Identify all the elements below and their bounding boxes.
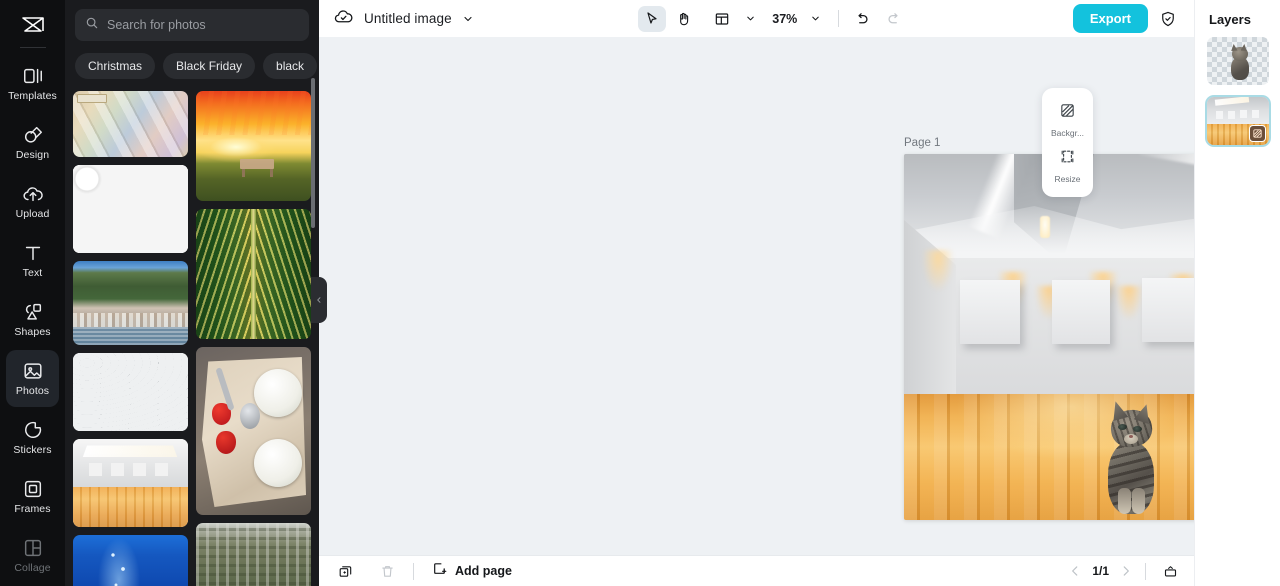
present-button[interactable] — [1158, 560, 1182, 582]
sidebar-item-text[interactable]: Text — [6, 232, 59, 289]
sidebar-item-templates[interactable]: Templates — [6, 54, 59, 111]
add-page-button[interactable]: Add page — [432, 561, 512, 581]
add-page-icon — [432, 561, 447, 581]
toolbar-divider — [838, 10, 840, 27]
sunset-bench-photo[interactable] — [196, 91, 311, 201]
palm-leaf-photo[interactable] — [196, 209, 311, 339]
background-tool[interactable]: Backgr... — [1042, 97, 1093, 143]
lakeside-town-photo[interactable] — [73, 261, 188, 345]
duplicate-page-button[interactable] — [333, 560, 357, 582]
panel-collapse-handle[interactable] — [311, 277, 327, 323]
editor-main: Untitled image 37% Export Page 1 Backgr.… — [319, 0, 1194, 586]
add-page-label: Add page — [455, 564, 512, 578]
document-title[interactable]: Untitled image — [364, 11, 452, 26]
sidebar-item-label: Collage — [14, 562, 51, 575]
stickers-icon — [22, 419, 44, 441]
bottom-bar: Add page 1/1 — [319, 555, 1194, 586]
chip-black[interactable]: black — [263, 53, 318, 79]
undo-button[interactable] — [848, 6, 876, 32]
gallery-room-with-kitten-artwork[interactable] — [904, 154, 1194, 520]
layout-tool-button[interactable] — [708, 6, 736, 32]
layers-panel: Layers — [1194, 0, 1280, 586]
background-tool-label: Backgr... — [1050, 128, 1085, 138]
select-tool-button[interactable] — [638, 5, 667, 32]
text-icon — [22, 242, 44, 264]
page-indicator: 1/1 — [1092, 564, 1109, 578]
sidebar-item-label: Upload — [15, 207, 50, 220]
layout-caret-button[interactable] — [736, 6, 764, 32]
rail-divider — [19, 47, 46, 49]
next-page-button[interactable] — [1119, 564, 1133, 578]
delete-page-button[interactable] — [375, 560, 399, 582]
cloud-saved-icon — [333, 6, 354, 32]
app-logo-icon[interactable] — [0, 8, 65, 41]
search-suggestion-chips: Christmas Black Friday black — [65, 41, 319, 79]
photos-scrollbar-track[interactable] — [311, 78, 317, 578]
sidebar-item-label: Text — [22, 266, 43, 279]
zoom-level[interactable]: 37% — [772, 12, 797, 26]
page-label: Page 1 — [904, 137, 941, 149]
top-toolbar: Untitled image 37% Export — [319, 0, 1194, 37]
export-button[interactable]: Export — [1072, 4, 1148, 33]
sidebar-item-design[interactable]: Design — [6, 114, 59, 171]
photos-panel: Search for photos Christmas Black Friday… — [65, 0, 319, 586]
sidebar-item-label: Templates — [8, 89, 57, 102]
sidebar-item-label: Design — [15, 148, 50, 161]
redo-button[interactable] — [880, 6, 908, 32]
pill-blister-pack-photo[interactable] — [73, 353, 188, 431]
canvas-stage[interactable]: Page 1 Backgr... Resize — [319, 37, 1194, 555]
zoom-caret-button[interactable] — [801, 6, 829, 32]
prev-page-button[interactable] — [1068, 564, 1082, 578]
sidebar-item-shapes[interactable]: Shapes — [6, 291, 59, 348]
photo-results-grid — [65, 82, 319, 586]
upload-cloud-icon — [22, 183, 44, 205]
shapes-icon — [22, 301, 44, 323]
layer-gallery-room[interactable] — [1206, 97, 1269, 145]
design-icon — [22, 124, 44, 146]
left-nav-rail: Templates Design Upload Text Shapes Phot… — [0, 0, 65, 586]
kitten-layer-object[interactable] — [1102, 398, 1160, 514]
aerial-suburb-photo[interactable] — [196, 523, 311, 586]
chip-black-friday[interactable]: Black Friday — [163, 53, 256, 79]
search-input[interactable]: Search for photos — [75, 9, 309, 41]
blue-water-bubbles-photo[interactable] — [73, 535, 188, 586]
bottombar-divider-2 — [1145, 562, 1146, 580]
layers-title: Layers — [1209, 12, 1251, 27]
banknotes-photo[interactable] — [73, 91, 188, 157]
chip-christmas[interactable]: Christmas — [75, 53, 156, 79]
photos-scrollbar-thumb[interactable] — [311, 78, 315, 228]
collage-icon — [22, 537, 44, 559]
sidebar-item-collage[interactable]: Collage — [6, 527, 59, 584]
search-placeholder: Search for photos — [107, 18, 206, 32]
frames-icon — [22, 478, 44, 500]
background-icon — [1059, 102, 1076, 124]
photo-column-left — [73, 91, 188, 586]
resize-icon — [1059, 148, 1076, 170]
photo-column-right — [196, 91, 311, 586]
sidebar-item-label: Frames — [14, 503, 51, 516]
white-circles-pattern-photo[interactable] — [73, 165, 188, 253]
search-icon — [85, 16, 99, 35]
sidebar-item-upload[interactable]: Upload — [6, 173, 59, 230]
app-root: Templates Design Upload Text Shapes Phot… — [0, 0, 1280, 586]
layer-kitten[interactable] — [1206, 37, 1269, 85]
resize-tool-label: Resize — [1054, 174, 1081, 184]
sidebar-item-label: Photos — [15, 385, 50, 398]
sidebar-item-frames[interactable]: Frames — [6, 468, 59, 525]
templates-icon — [22, 65, 44, 87]
bottombar-divider — [413, 562, 414, 580]
chevron-down-icon[interactable] — [462, 13, 474, 25]
photos-icon — [22, 360, 44, 382]
sidebar-item-stickers[interactable]: Stickers — [6, 409, 59, 466]
sidebar-item-label: Stickers — [13, 444, 52, 457]
empty-gallery-room-photo[interactable] — [73, 439, 188, 527]
shield-check-icon[interactable] — [1154, 6, 1182, 32]
hand-tool-button[interactable] — [670, 6, 698, 32]
resize-tool[interactable]: Resize — [1042, 143, 1093, 189]
yogurt-strawberries-photo[interactable] — [196, 347, 311, 515]
layer-background-badge[interactable] — [1248, 125, 1266, 142]
sidebar-item-photos[interactable]: Photos — [6, 349, 59, 407]
floating-tool-card: Backgr... Resize — [1042, 88, 1093, 197]
sidebar-item-label: Shapes — [14, 325, 51, 338]
